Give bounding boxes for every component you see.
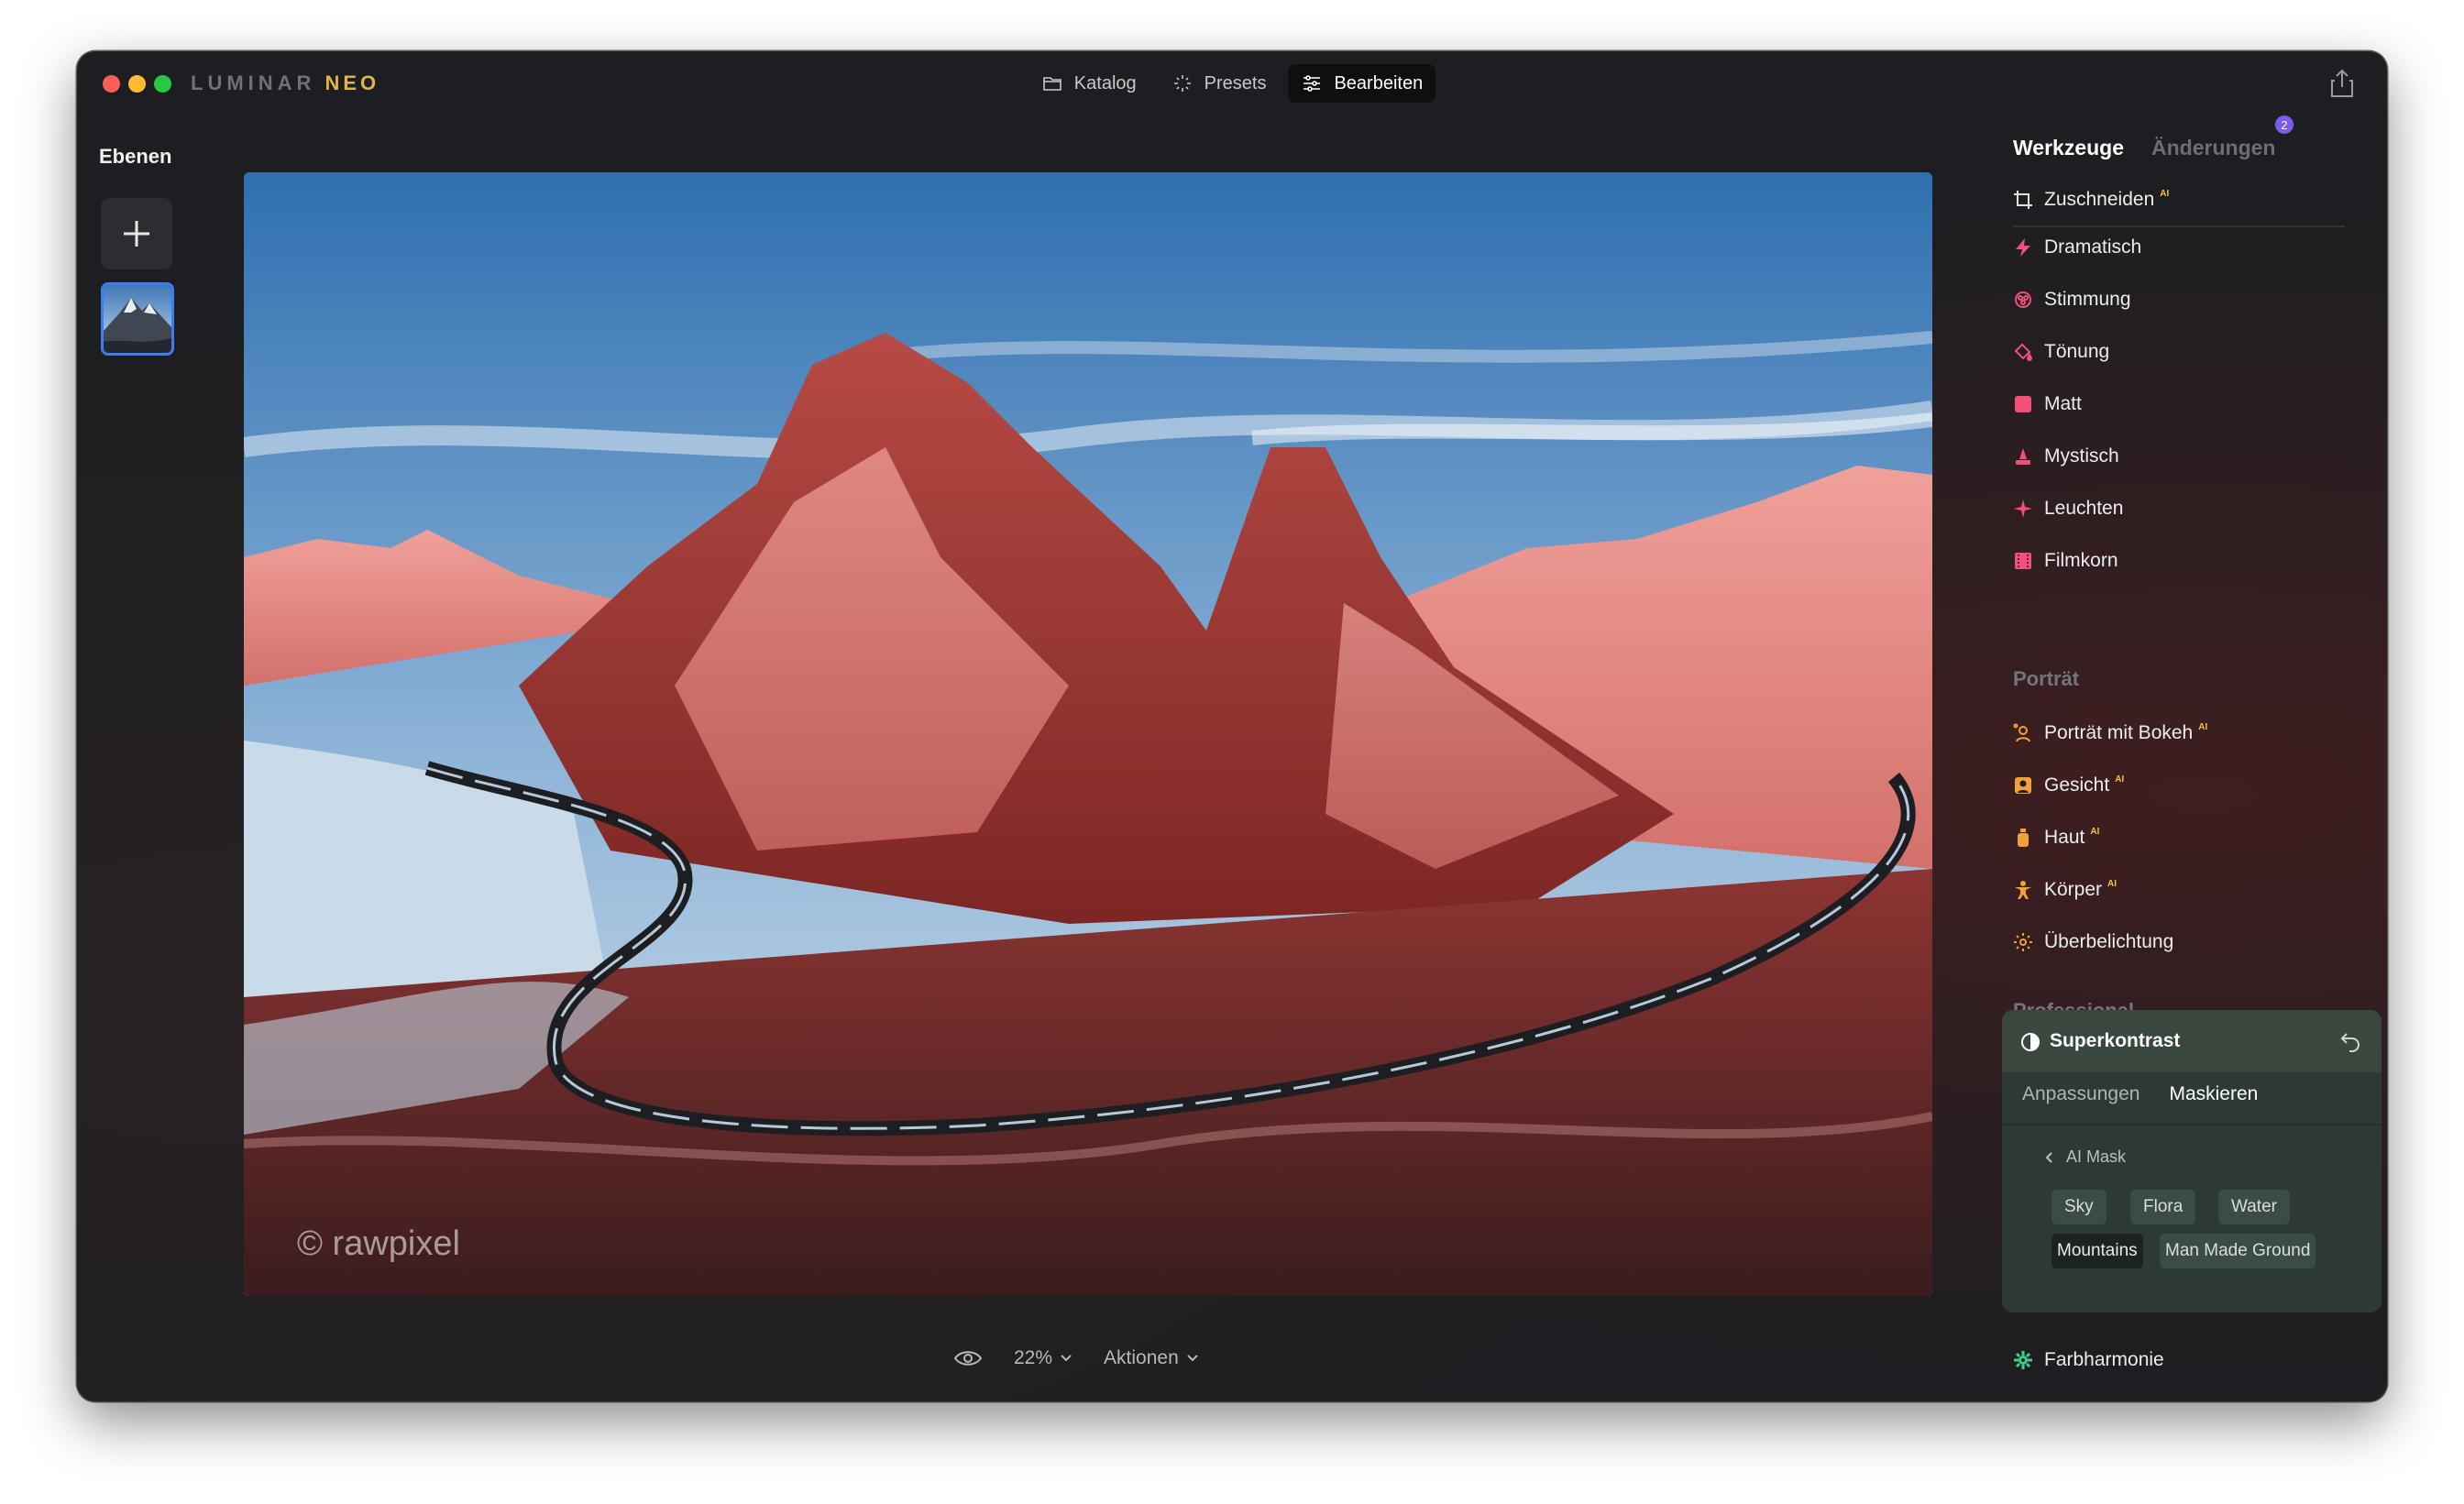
layers-title: Ebenen [99,145,172,168]
tool-label: Stimmung [2044,289,2131,310]
tab-bearbeiten[interactable]: Bearbeiten [1288,64,1436,103]
tool-mystisch[interactable]: Mystisch [2013,440,2119,473]
tool-portraet-bokeh[interactable]: Porträt mit Bokeh AI [2013,717,2207,750]
chevron-down-icon [1187,1355,1198,1362]
tab-presets-label: Presets [1204,72,1267,93]
bokeh-portrait-icon [2013,723,2033,743]
plus-icon [124,221,149,247]
tool-label: Zuschneiden [2044,189,2155,210]
tool-stimmung[interactable]: Stimmung [2013,283,2131,316]
tool-dramatisch[interactable]: Dramatisch [2013,231,2141,264]
changes-count-badge: 2 [2275,115,2294,134]
body-icon [2013,880,2033,900]
skin-bottle-icon [2013,828,2033,848]
tool-label: Filmkorn [2044,550,2118,571]
tab-maskieren[interactable]: Maskieren [2169,1083,2258,1105]
ai-mask-back[interactable]: AI Mask [2044,1147,2126,1167]
ai-mask-label: AI Mask [2066,1147,2127,1166]
tool-label: Körper [2044,879,2103,900]
tool-label: Tönung [2044,341,2110,362]
contrast-icon [2021,1033,2040,1051]
layer-thumbnail[interactable] [101,282,174,356]
tool-gesicht[interactable]: Gesicht AI [2013,769,2124,802]
tool-label: Porträt mit Bokeh [2044,722,2194,743]
landscape-photo [244,172,1932,1296]
mask-chip-water[interactable]: Water [2218,1190,2290,1224]
tool-label: Leuchten [2044,498,2124,519]
preview-toggle[interactable] [953,1348,983,1368]
superkontrast-title: Superkontrast [2050,1030,2181,1051]
superkontrast-tabs: Anpassungen Maskieren [2022,1083,2258,1105]
tool-toenung[interactable]: Tönung [2013,335,2109,368]
mask-chip-sky[interactable]: Sky [2052,1190,2106,1224]
zoom-value: 22% [1014,1347,1053,1368]
actions-dropdown[interactable]: Aktionen [1104,1347,1199,1369]
gear-flower-icon [2013,1350,2033,1370]
tool-matt[interactable]: Matt [2013,388,2082,421]
ai-badge: AI [2107,878,2118,889]
tool-label: Dramatisch [2044,236,2142,258]
tool-label: Überbelichtung [2044,931,2174,952]
face-icon [2013,775,2033,796]
sun-icon [2013,932,2033,952]
tab-aenderungen[interactable]: Änderungen [2151,136,2275,160]
tab-katalog[interactable]: Katalog [1028,64,1150,103]
superkontrast-header[interactable]: Superkontrast [2002,1010,2382,1072]
layer-thumbnail-image [104,285,171,353]
add-layer-button[interactable] [101,198,172,269]
ai-badge: AI [2198,721,2208,732]
app-window: LUMINAR NEO Katalog Presets Bearbeiten Eb… [77,51,2387,1401]
reset-icon[interactable] [2339,1030,2361,1052]
superkontrast-panel: Superkontrast Anpassungen Maskieren AI M… [2002,1010,2382,1312]
photo-canvas[interactable]: © rawpixel [244,172,1932,1296]
tool-farbharmonie[interactable]: Farbharmonie [2013,1344,2164,1377]
tab-werkzeuge[interactable]: Werkzeuge [2013,136,2124,160]
panel-tabs: Werkzeuge Änderungen [2013,136,2275,160]
mood-icon [2013,290,2033,310]
tool-label: Gesicht [2044,774,2110,796]
eye-icon [953,1351,983,1366]
tool-label: Mystisch [2044,445,2119,467]
tools-panel: Werkzeuge Änderungen 2 Zuschneiden AI Dra… [2002,51,2382,1401]
mask-chip-flora[interactable]: Flora [2130,1190,2196,1224]
matte-icon [2013,394,2033,414]
tab-anpassungen[interactable]: Anpassungen [2022,1083,2140,1105]
tab-bearbeiten-label: Bearbeiten [1334,72,1424,93]
tab-katalog-label: Katalog [1073,72,1137,93]
film-icon [2013,551,2033,571]
ai-badge: AI [2115,774,2125,785]
tool-haut[interactable]: Haut AI [2013,821,2099,854]
ai-badge: AI [2090,826,2100,837]
tool-label: Matt [2044,393,2082,414]
tool-zuschneiden[interactable]: Zuschneiden AI [2013,183,2169,216]
mask-chip-mountains[interactable]: Mountains [2052,1234,2143,1268]
tool-filmkorn[interactable]: Filmkorn [2013,544,2118,577]
divider [2002,1124,2382,1125]
sliders-icon [1304,75,1321,92]
section-portrait-title: Porträt [2013,667,2080,690]
sparkle-icon [1173,75,1191,92]
watermark-text: © rawpixel [297,1224,460,1263]
bottom-toolbar: 22% Aktionen [953,1340,1199,1377]
tool-ueberbelichtung[interactable]: Überbelichtung [2013,926,2173,959]
tool-label: Haut [2044,827,2085,848]
folder-icon [1042,77,1062,91]
zoom-dropdown[interactable]: 22% [1014,1347,1072,1369]
mask-chip-man-made-ground[interactable]: Man Made Ground [2160,1234,2316,1268]
actions-label: Aktionen [1104,1347,1179,1368]
tool-koerper[interactable]: Körper AI [2013,873,2117,906]
ai-badge: AI [2160,188,2170,199]
tool-leuchten[interactable]: Leuchten [2013,492,2123,525]
chevron-down-icon [1061,1355,1072,1362]
paint-bucket-icon [2013,342,2033,362]
divider [2013,225,2345,227]
tool-label: Farbharmonie [2044,1349,2164,1370]
lightning-icon [2013,237,2033,258]
tab-presets[interactable]: Presets [1159,64,1280,103]
chevron-left-icon [2045,1151,2052,1163]
mystic-icon [2013,446,2033,467]
crop-icon [2013,190,2033,210]
glow-icon [2013,499,2033,519]
